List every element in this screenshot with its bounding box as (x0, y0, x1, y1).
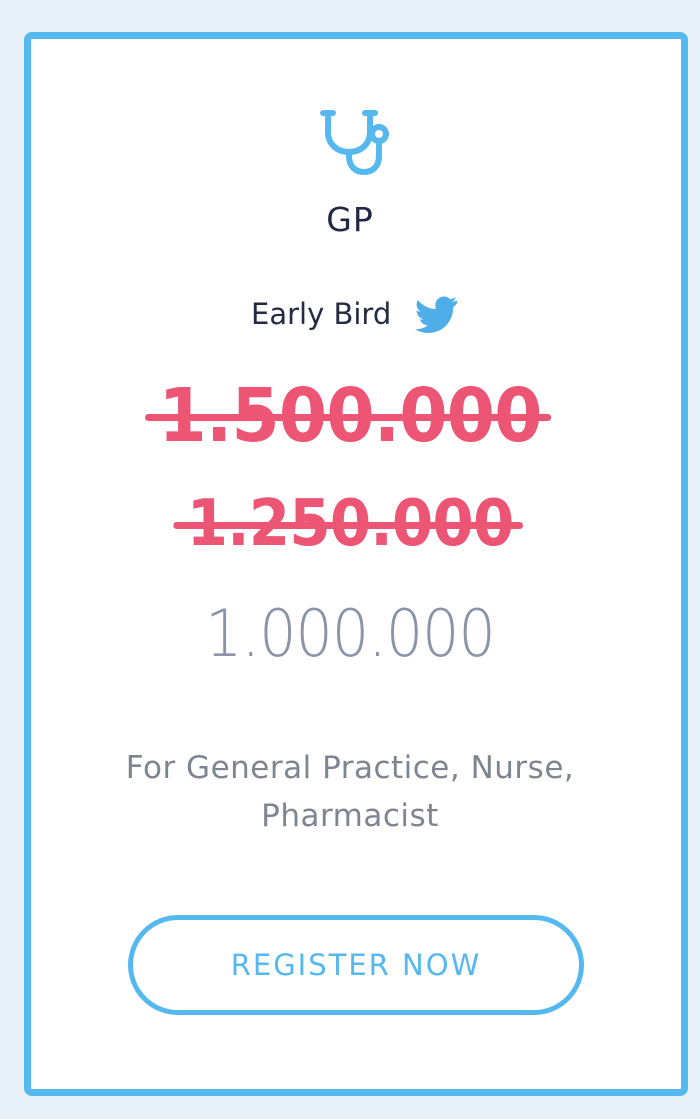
plan-description: For General Practice, Nurse, Pharmacist (100, 744, 600, 840)
stethoscope-icon (320, 110, 389, 175)
description-line-2: Pharmacist (261, 798, 439, 834)
discounted-price-strikethrough: 1.250.000 (25, 485, 676, 563)
early-bird-label: Early Bird (251, 297, 392, 331)
current-price: 1.000.000 (205, 597, 496, 672)
plan-title: GP (326, 200, 374, 239)
pricing-page: GP Early Bird 1.500.000 1.250.000 1.000.… (0, 0, 700, 1119)
register-now-button[interactable]: REGISTER NOW (128, 915, 584, 1015)
description-line-1: For General Practice, Nurse, (125, 750, 575, 786)
twitter-bird-icon (415, 296, 458, 333)
original-price-strikethrough: 1.500.000 (21, 372, 679, 460)
original-price: 1.500.000 (145, 373, 551, 459)
register-now-label: REGISTER NOW (230, 948, 482, 982)
early-bird-badge: Early Bird (251, 289, 458, 339)
discounted-price: 1.250.000 (173, 487, 524, 561)
